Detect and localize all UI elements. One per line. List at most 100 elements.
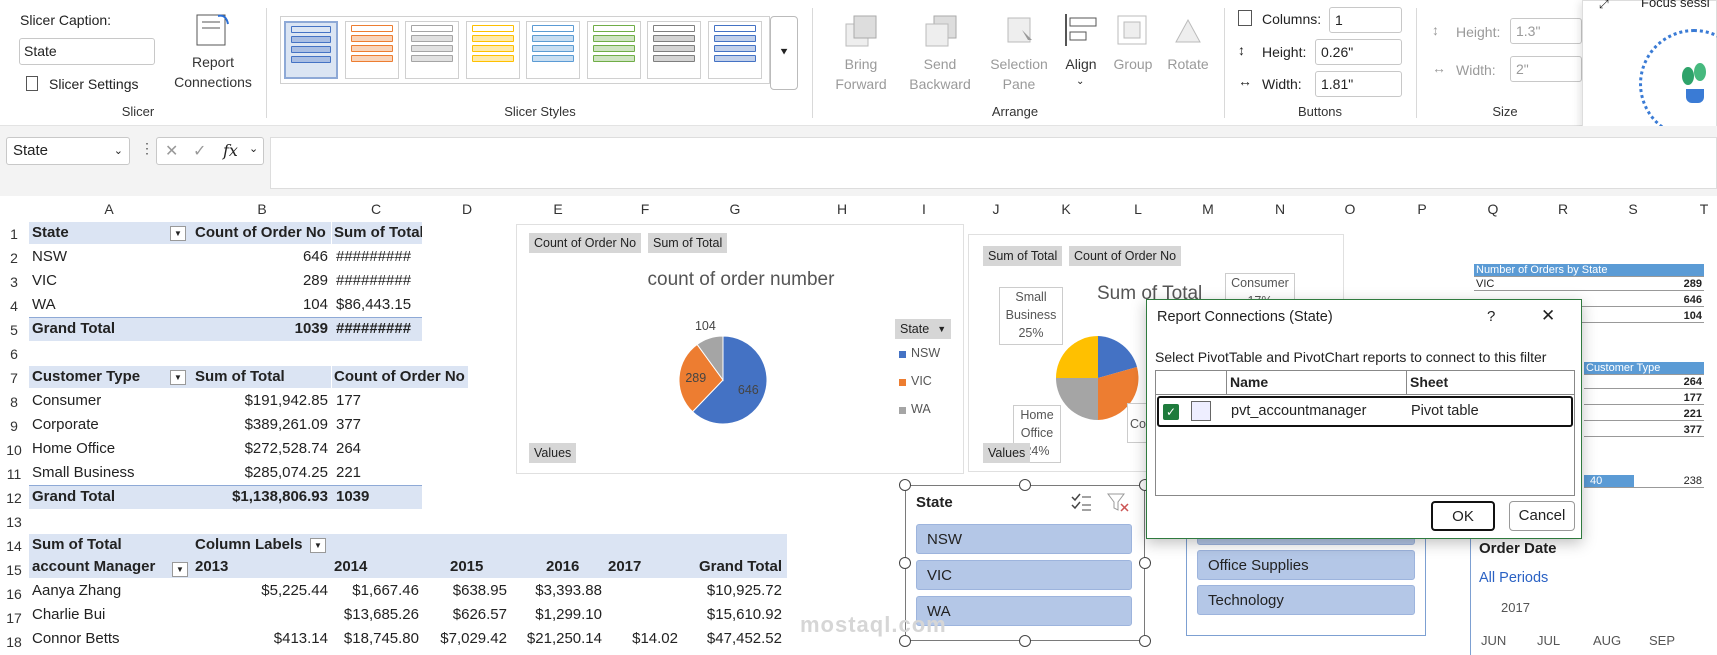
row-header[interactable]: 11	[0, 462, 28, 486]
slicer-style-tile[interactable]	[344, 21, 399, 79]
row-header[interactable]: 10	[0, 438, 28, 462]
row-header[interactable]: 16	[0, 582, 28, 606]
size-height-input[interactable]: 1.3"	[1510, 18, 1582, 44]
filter-dropdown-icon[interactable]: ▼	[172, 562, 188, 577]
column-header[interactable]: D	[437, 198, 497, 220]
row-header[interactable]: 5	[0, 318, 28, 342]
category-slicer-item[interactable]: Technology	[1197, 585, 1415, 615]
report-connections-button[interactable]: Report Connections	[160, 10, 266, 90]
row-header[interactable]: 6	[0, 342, 28, 366]
more-options-icon[interactable]: ⋮	[140, 140, 154, 157]
slicer-item-vic[interactable]: VIC	[916, 560, 1132, 590]
slicer-style-tile[interactable]	[526, 21, 580, 79]
row-header[interactable]: 12	[0, 486, 28, 510]
column-header[interactable]: P	[1392, 198, 1452, 220]
column-header[interactable]: K	[1036, 198, 1096, 220]
column-header[interactable]: N	[1250, 198, 1310, 220]
timeline-month[interactable]: SEP	[1649, 633, 1675, 648]
column-header[interactable]: C	[346, 198, 406, 220]
column-header[interactable]: R	[1533, 198, 1593, 220]
column-header[interactable]: Q	[1463, 198, 1523, 220]
slicer-settings-button[interactable]: Slicer Settings	[24, 74, 164, 96]
row-header[interactable]: 8	[0, 390, 28, 414]
column-header[interactable]: F	[615, 198, 675, 220]
cancel-button[interactable]: Cancel	[1509, 501, 1575, 531]
timeline-month[interactable]: JUN	[1481, 633, 1506, 648]
column-header[interactable]: B	[232, 198, 292, 220]
filter-dropdown-icon[interactable]: ▼	[170, 226, 186, 241]
row-header[interactable]: 13	[0, 510, 28, 534]
values-field-button[interactable]: Values	[529, 443, 577, 463]
slicer-style-tile[interactable]	[647, 21, 701, 79]
slicer-item-wa[interactable]: WA	[916, 596, 1132, 626]
list-row[interactable]: ✓ pvt_accountmanager Pivot table	[1157, 396, 1573, 427]
resize-handle[interactable]	[1019, 479, 1031, 491]
close-icon[interactable]: ✕	[1541, 306, 1555, 326]
name-box[interactable]: State ⌄	[6, 137, 130, 165]
help-icon[interactable]: ?	[1487, 308, 1495, 325]
resize-handle[interactable]	[899, 557, 911, 569]
column-header[interactable]: J	[966, 198, 1026, 220]
bring-forward-button[interactable]: Bring Forward	[826, 10, 896, 94]
rotate-button[interactable]: Rotate	[1160, 10, 1216, 94]
legend-field-button[interactable]: State ▼	[895, 319, 952, 339]
pivot-chart-orders[interactable]: Count of Order No Sum of Total count of …	[516, 224, 964, 474]
connection-checkbox[interactable]: ✓	[1163, 404, 1179, 420]
column-header[interactable]: A	[79, 198, 139, 220]
slicer-style-tile[interactable]	[586, 21, 641, 79]
column-header[interactable]: H	[812, 198, 872, 220]
chart-field-button[interactable]: Count of Order No	[529, 233, 642, 253]
row-header[interactable]: 2	[0, 246, 28, 270]
row-header[interactable]: 9	[0, 414, 28, 438]
column-header[interactable]: G	[705, 198, 765, 220]
timeline-month[interactable]: JUL	[1537, 633, 1560, 648]
ok-button[interactable]: OK	[1431, 501, 1495, 531]
send-backward-button[interactable]: Send Backward	[900, 10, 980, 94]
formula-input[interactable]	[270, 137, 1717, 189]
slicer-style-tile[interactable]	[707, 21, 762, 79]
slicer-item-nsw[interactable]: NSW	[916, 524, 1132, 554]
column-header[interactable]: I	[894, 198, 954, 220]
slicer-style-tile[interactable]	[465, 21, 520, 79]
slicer-style-tile[interactable]	[284, 21, 338, 79]
category-slicer-item[interactable]: Office Supplies	[1197, 550, 1415, 580]
row-header[interactable]: 1	[0, 222, 28, 246]
resize-handle[interactable]	[1019, 635, 1031, 647]
chart-field-button[interactable]: Sum of Total	[648, 233, 728, 253]
column-header[interactable]: M	[1178, 198, 1238, 220]
expand-icon[interactable]: ⤢	[1599, 0, 1609, 12]
row-header[interactable]: 17	[0, 606, 28, 630]
slicer-style-tile[interactable]	[405, 21, 459, 79]
column-header[interactable]: S	[1603, 198, 1663, 220]
row-header[interactable]: 7	[0, 366, 28, 390]
clear-filter-icon[interactable]	[1106, 492, 1130, 512]
values-field-button[interactable]: Values	[983, 443, 1031, 463]
size-width-input[interactable]: 2"	[1510, 56, 1582, 82]
align-button[interactable]: Align ⌄	[1056, 10, 1106, 94]
multi-select-icon[interactable]	[1070, 492, 1092, 512]
row-header[interactable]: 3	[0, 270, 28, 294]
row-header[interactable]: 14	[0, 534, 28, 558]
width-input[interactable]: 1.81"	[1315, 71, 1402, 97]
slicer-caption-input[interactable]: State	[19, 38, 155, 65]
chart-field-button[interactable]: Count of Order No	[1069, 246, 1182, 266]
cancel-icon[interactable]: ✕	[165, 141, 178, 161]
resize-handle[interactable]	[1139, 557, 1151, 569]
height-input[interactable]: 0.26"	[1315, 39, 1402, 65]
styles-more-icon[interactable]: ⯆	[770, 16, 798, 90]
column-header[interactable]: L	[1108, 198, 1168, 220]
chart-field-button[interactable]: Sum of Total	[983, 246, 1063, 266]
row-header[interactable]: 18	[0, 630, 28, 654]
selection-pane-button[interactable]: Selection Pane	[984, 10, 1054, 94]
columns-input[interactable]: 1	[1329, 7, 1402, 33]
timeline-month[interactable]: AUG	[1593, 633, 1621, 648]
row-header[interactable]: 4	[0, 294, 28, 318]
column-header[interactable]: T	[1674, 198, 1717, 220]
column-header[interactable]: E	[528, 198, 588, 220]
row-header[interactable]: 15	[0, 558, 28, 582]
filter-dropdown-icon[interactable]: ▼	[310, 538, 326, 553]
column-header[interactable]: O	[1320, 198, 1380, 220]
resize-handle[interactable]	[1139, 635, 1151, 647]
enter-icon[interactable]: ✓	[193, 141, 206, 161]
timeline-all-periods[interactable]: All Periods	[1479, 570, 1548, 586]
